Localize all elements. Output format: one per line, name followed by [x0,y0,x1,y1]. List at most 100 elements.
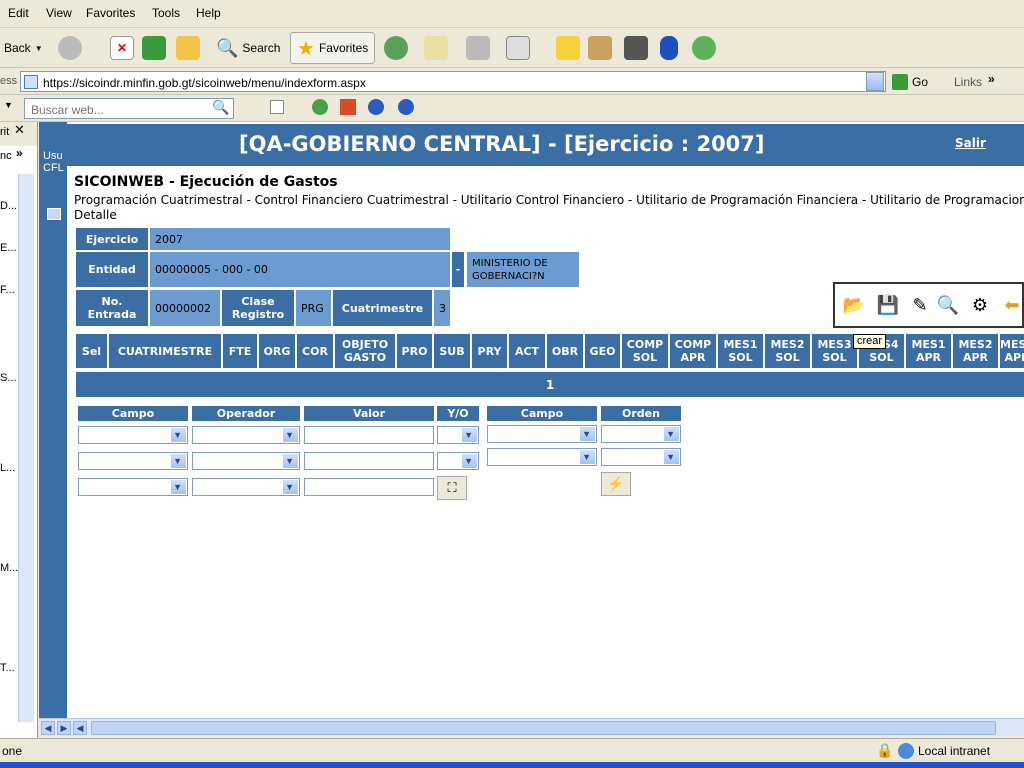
go-button[interactable]: Go [892,74,928,90]
tool-button[interactable] [624,32,648,64]
filter-yo-header: Y/O [437,406,479,421]
messenger-button[interactable] [692,32,716,64]
operador-select-1[interactable]: ▼ [192,426,300,444]
binoculars-icon: ⛶ [447,480,457,495]
bluetooth-button[interactable] [660,32,678,64]
logout-link[interactable]: Salir [955,136,986,150]
explorer-item[interactable]: D... [0,200,17,212]
page-number-link[interactable]: 1 [546,378,554,392]
stop-button[interactable]: ✕ [110,32,134,64]
web-search-input[interactable] [24,98,234,119]
operador-select-2[interactable]: ▼ [192,452,300,470]
valor-input-1[interactable] [304,426,434,444]
page-tool-icon[interactable] [270,100,284,114]
open-folder-icon[interactable]: 📂 [839,290,869,320]
operador-select-3[interactable]: ▼ [192,478,300,496]
research-button[interactable] [588,32,612,64]
address-input[interactable] [20,71,886,92]
scroll-right-icon[interactable]: ▶ [57,721,71,735]
orden-select-2[interactable]: ▼ [601,448,681,466]
refresh-button[interactable] [142,32,166,64]
campo-select-3[interactable]: ▼ [78,478,188,496]
go-label: Go [912,75,929,89]
campo-select-2[interactable]: ▼ [78,452,188,470]
chevron-down-icon: ▼ [285,456,294,466]
explorer-item[interactable]: nc [0,150,12,162]
mail-button[interactable] [424,32,448,64]
entidad-value: 00000005 - 000 - 00 [150,252,450,287]
filter-campo2-header: Campo [487,406,597,421]
scroll-thumb[interactable] [91,721,996,735]
close-icon[interactable]: ✕ [14,122,25,138]
yo-select-2[interactable]: ▼ [437,452,479,470]
zone-label: Local intranet [918,744,991,758]
edit-icon[interactable]: ✎ [905,290,935,320]
chevron-right-icon[interactable]: » [988,72,995,86]
share-icon[interactable] [368,99,384,115]
favorites-button[interactable]: ★ Favorites [290,32,376,64]
arrow-left-icon[interactable]: ⬅ [997,290,1024,320]
explorer-item[interactable]: S... [0,372,17,384]
chevron-right-icon[interactable]: » [16,146,23,160]
menu-view[interactable]: View [46,6,72,20]
valor-input-2[interactable] [304,452,434,470]
edit-button[interactable] [506,32,530,64]
home-button[interactable] [176,32,200,64]
search-icon[interactable]: 🔍 [212,99,229,116]
campo-select-1[interactable]: ▼ [78,426,188,444]
valor-input-3[interactable] [304,478,434,496]
breadcrumb[interactable]: Programación Cuatrimestral - Control Fin… [74,193,1024,207]
history-button[interactable] [384,32,408,64]
search-icon[interactable]: 🔍 [933,290,963,320]
search-button[interactable]: 🔍 Search [216,32,280,64]
tool-icon [624,36,648,60]
back-button[interactable]: Back ▼ [4,32,43,64]
tool-icon[interactable]: ⚙ [965,290,995,320]
action-toolbar: 📂 💾 ✎ 🔍 ⚙ ⬅ [833,282,1024,328]
orden-select-1[interactable]: ▼ [601,425,681,443]
heart-icon[interactable] [340,99,356,115]
campo2-select-2[interactable]: ▼ [487,448,597,466]
links-label[interactable]: Links [954,75,982,89]
filter-valor-header: Valor [304,406,434,421]
menu-favorites[interactable]: Favorites [86,6,135,20]
print-button[interactable] [466,32,490,64]
taskbar [0,762,1024,768]
explorer-item[interactable]: T... [0,662,15,674]
campo2-select-1[interactable]: ▼ [487,425,597,443]
explorer-item[interactable]: M... [0,562,18,574]
sort-button[interactable]: ⚡ [601,472,631,496]
horizontal-scrollbar[interactable]: ◀ ▶ ◀ [39,718,1024,736]
menu-tools[interactable]: Tools [152,6,180,20]
scroll-left-icon[interactable]: ◀ [41,721,55,735]
help-icon[interactable] [398,99,414,115]
ejercicio-label: Ejercicio [76,228,148,250]
scroll-left-icon[interactable]: ◀ [73,721,87,735]
chevron-down-icon: ▼ [285,482,294,492]
menu-help[interactable]: Help [196,6,221,20]
monitor-icon[interactable] [47,208,61,220]
note-icon [556,36,580,60]
star-icon: ★ [297,37,315,60]
status-bar: one 🔒 Local intranet [0,738,1024,762]
menu-edit[interactable]: Edit [8,6,29,20]
browser-toolbar: Back ▼ ✕ 🔍 Search ★ Favorites [0,28,1024,68]
explorer-item[interactable]: L... [0,462,15,474]
word-icon [506,36,530,60]
notes-button[interactable] [556,32,580,64]
entrada-label: No. Entrada [76,290,148,326]
forward-button[interactable] [58,32,82,64]
explorer-scrollbar[interactable] [18,174,34,722]
chevron-down-icon[interactable]: ▼ [4,100,13,110]
search-button[interactable]: ⛶ [437,476,467,500]
stop-icon: ✕ [110,36,134,60]
explorer-item[interactable]: E... [0,242,17,254]
search-toolbar: ▼ 🔍 [0,95,1024,122]
save-icon[interactable]: 💾 [873,290,903,320]
explorer-item[interactable]: F... [0,284,15,296]
address-dropdown-button[interactable] [866,72,884,91]
yo-select-1[interactable]: ▼ [437,426,479,444]
explorer-pane: rit ✕ nc » D... E... F... S... L... M...… [0,122,38,738]
history-icon [384,36,408,60]
add-icon[interactable] [312,99,328,115]
